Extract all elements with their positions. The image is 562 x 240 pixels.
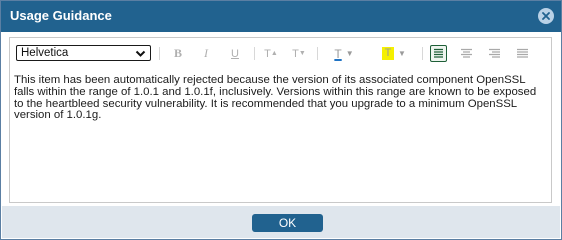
editor-toolbar: Helvetica B I U T ▲ T ▼ T ▼ T ▼ <box>10 38 551 68</box>
superscript-icon: ▲ <box>270 50 278 57</box>
align-left-button[interactable] <box>429 45 447 62</box>
align-justify-button[interactable] <box>513 45 531 62</box>
dialog-titlebar: Usage Guidance <box>1 1 561 32</box>
subscript-icon: ▼ <box>298 50 306 57</box>
align-center-icon <box>460 48 472 58</box>
caret-down-icon: ▼ <box>345 49 354 58</box>
align-right-icon <box>488 48 500 58</box>
toolbar-divider <box>317 47 318 60</box>
toolbar-divider <box>159 47 160 60</box>
text-color-label: T <box>334 46 342 61</box>
subscript-button[interactable]: T ▼ <box>290 45 308 62</box>
underline-button[interactable]: U <box>228 45 242 62</box>
caret-down-icon: ▼ <box>398 49 406 58</box>
align-justify-icon <box>516 48 528 58</box>
rich-text-editor[interactable]: Helvetica B I U T ▲ T ▼ T ▼ T ▼ This ite… <box>9 37 552 203</box>
dialog-footer: OK <box>2 206 560 238</box>
align-left-icon <box>429 45 447 62</box>
italic-button[interactable]: I <box>199 45 213 62</box>
dialog-title: Usage Guidance <box>10 8 112 23</box>
italic-label: I <box>204 46 208 60</box>
editor-content[interactable]: This item has been automatically rejecte… <box>14 74 541 122</box>
underline-label: U <box>231 47 239 60</box>
highlight-label: T <box>382 47 395 60</box>
bold-label: B <box>173 46 182 60</box>
chevron-down-icon <box>135 48 146 62</box>
align-center-button[interactable] <box>457 45 475 62</box>
close-icon <box>542 12 550 20</box>
close-button[interactable] <box>538 8 554 24</box>
subscript-label: T <box>292 47 299 60</box>
toolbar-divider <box>422 47 423 60</box>
toolbar-divider <box>254 47 255 60</box>
usage-guidance-dialog: Usage Guidance Helvetica B I U T ▲ T ▼ T… <box>0 0 562 240</box>
superscript-button[interactable]: T ▲ <box>262 45 280 62</box>
superscript-label: T <box>264 47 271 60</box>
align-right-button[interactable] <box>485 45 503 62</box>
text-color-button[interactable]: T ▼ <box>326 45 362 62</box>
bold-button[interactable]: B <box>171 45 185 62</box>
highlight-color-button[interactable]: T ▼ <box>376 45 412 62</box>
ok-button[interactable]: OK <box>252 214 323 232</box>
font-family-select[interactable]: Helvetica <box>16 45 151 61</box>
font-family-value: Helvetica <box>21 47 69 59</box>
